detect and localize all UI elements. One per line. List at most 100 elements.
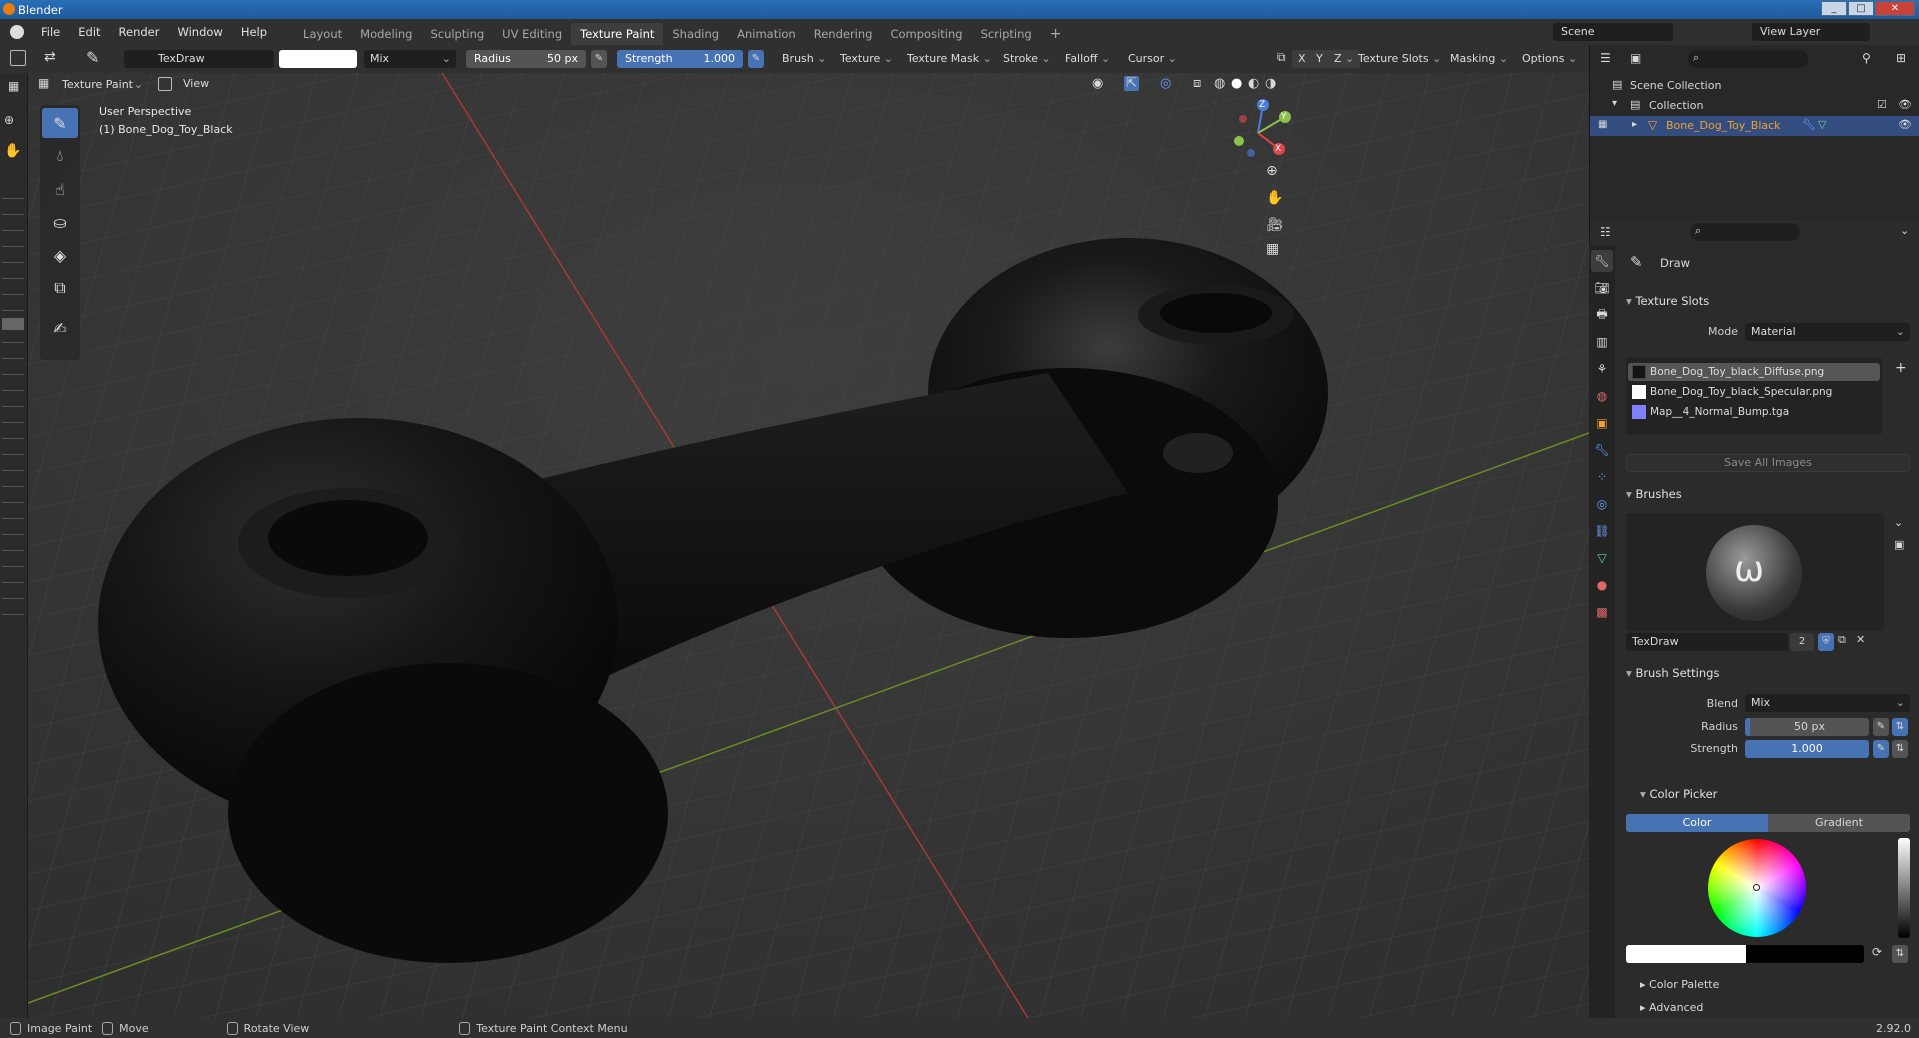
menu-window[interactable]: Window [168,25,231,39]
xray-toggle-icon[interactable]: ⧈ [1193,76,1201,91]
mask-tool-icon[interactable]: ⧉ [42,273,78,303]
swap-colors-icon[interactable]: ⟳ [1872,945,1882,959]
tab-uv-editing[interactable]: UV Editing [493,23,571,45]
ortho-toggle-icon[interactable]: ▦ [1266,241,1279,257]
rendered-shading-icon[interactable]: ◑ [1265,76,1276,91]
secondary-color-swatch[interactable] [1746,945,1864,963]
outliner-row-selected[interactable]: ▦ ▸ ▽ Bone_Dog_Toy_Black 🔧︎ ▽ 👁︎ [1590,116,1919,136]
texture-slot-item[interactable]: Map__4_Normal_Bump.tga [1628,403,1880,421]
display-mode-icon[interactable]: ▣ [1630,51,1641,65]
radius-pressure-icon[interactable]: ✎ [1873,718,1889,736]
strength-pressure-icon[interactable]: ✎ [1873,740,1889,758]
add-workspace-icon[interactable]: + [1041,22,1071,46]
color-wheel[interactable] [1708,839,1806,937]
smear-tool-icon[interactable]: ☝ [42,174,78,204]
render-tab-icon[interactable]: 📷︎ [1591,277,1613,299]
collection-checkbox[interactable]: ☑ [1877,98,1887,111]
radius-field[interactable]: 50 px [1745,718,1869,736]
collection-label[interactable]: Collection [1649,99,1703,112]
properties-search-input[interactable] [1690,223,1800,241]
brush-preview-area[interactable]: ω [1626,513,1884,631]
3d-viewport[interactable]: ▦ Texture Paint View ◉ ⇱ ◎ ⧈ ◍ ● ◐ ◑ Use… [28,73,1589,1018]
radius-slider[interactable]: Radius 50 px [466,50,586,68]
paint-mode-icon[interactable]: ▦ [8,79,19,93]
gizmo-toggle-icon[interactable]: ⇱ [1124,76,1139,91]
save-all-images-button[interactable]: Save All Images [1626,454,1910,472]
color-palette-header[interactable]: ▸ Color Palette [1640,978,1719,991]
tab-texture-paint[interactable]: Texture Paint [571,22,664,45]
minimize-button[interactable]: _ [1821,1,1847,16]
brushes-header[interactable]: Brushes [1626,484,1681,504]
data-tab-icon[interactable]: ▽ [1591,547,1613,569]
value-slider[interactable] [1898,838,1910,938]
object-tab-icon[interactable]: ▣ [1591,412,1613,434]
tab-modeling[interactable]: Modeling [351,23,421,45]
material-shading-icon[interactable]: ◐ [1248,76,1259,91]
tab-shading[interactable]: Shading [663,23,728,45]
object-expand-icon[interactable]: ▸ [1632,119,1637,130]
tool-tab-icon[interactable]: 🔧︎ [1591,250,1613,272]
color-picker-header[interactable]: Color Picker [1640,784,1717,804]
zoom-view-icon[interactable]: ⊕ [1266,163,1278,179]
modifier-tab-icon[interactable]: 🔧︎ [1591,439,1613,461]
blend-dropdown[interactable]: Mix [1745,694,1910,712]
strength-unit-icon[interactable]: ⇅ [1892,740,1908,758]
hand-icon[interactable]: ✋ [4,143,21,159]
object-visibility-icon[interactable]: 👁︎ [1898,118,1912,131]
radius-unit-icon[interactable]: ⇅ [1892,718,1908,736]
blend-mode-dropdown[interactable]: Mix [364,50,456,68]
brush-color-swatch[interactable] [279,50,357,68]
brush-name-field[interactable]: TexDraw [124,50,274,68]
options-menu[interactable]: Options [1516,50,1583,68]
texture-mask-menu[interactable]: Texture Mask [901,50,998,68]
zoom-icon[interactable]: ⊕ [4,113,14,127]
falloff-menu[interactable]: Falloff [1059,50,1116,68]
object-name-label[interactable]: Bone_Dog_Toy_Black [1666,119,1781,132]
overlay-toggle-icon[interactable]: ◎ [1160,76,1171,91]
mode-dropdown[interactable]: Texture Paint [56,76,148,94]
texture-mode-dropdown[interactable]: Material [1745,323,1910,341]
texture-slot-item[interactable]: Bone_Dog_Toy_black_Diffuse.png [1628,363,1880,381]
filter-icon[interactable]: ⚲ [1862,51,1871,65]
texture-tab-icon[interactable]: ▩ [1591,601,1613,623]
unlink-brush-icon[interactable]: ✕ [1856,633,1865,646]
tab-layout[interactable]: Layout [294,23,351,45]
view-menu[interactable]: View [183,77,209,90]
brush-menu[interactable]: Brush [776,50,832,68]
navigation-gizmo[interactable] [1213,93,1303,173]
camera-view-icon[interactable]: 🎥︎ [1266,217,1284,233]
solid-shading-icon[interactable]: ● [1231,76,1242,91]
cursor-menu[interactable]: Cursor [1122,50,1183,68]
color-pressure-icon[interactable]: ⇅ [1892,945,1908,963]
scene-collection-label[interactable]: Scene Collection [1630,79,1721,92]
soften-tool-icon[interactable]: 💧︎ [42,141,78,171]
draw-tool-icon[interactable]: ✎ [42,108,78,138]
strength-pressure-icon[interactable]: ✎ [748,50,764,68]
world-tab-icon[interactable]: ◍ [1591,385,1613,407]
menu-help[interactable]: Help [232,25,276,39]
collection-expand-icon[interactable]: ▾ [1612,98,1617,109]
object-mode-icon[interactable]: ▦ [38,76,49,90]
tab-animation[interactable]: Animation [728,23,805,45]
outliner-search-input[interactable] [1688,50,1808,68]
output-tab-icon[interactable]: 🖶 [1591,304,1613,326]
brush-users-count[interactable]: 2 [1790,633,1814,651]
outliner-editor-icon[interactable]: ☰ [1600,51,1611,65]
scene-selector[interactable]: Scene [1553,23,1673,41]
add-slot-icon[interactable]: + [1895,360,1907,376]
tab-rendering[interactable]: Rendering [805,23,882,45]
tab-compositing[interactable]: Compositing [881,23,971,45]
visibility-icon[interactable]: ◉ [1092,76,1103,91]
clone-tool-icon[interactable]: ⛀ [42,207,78,237]
strength-slider[interactable]: Strength 1.000 [617,50,743,68]
view-layer-selector[interactable]: View Layer [1752,23,1870,41]
brush-image-icon[interactable]: ▣ [1894,538,1904,551]
menu-file[interactable]: File [32,25,69,39]
properties-editor-icon[interactable]: ☷ [1600,225,1611,239]
gradient-tab[interactable]: Gradient [1768,814,1910,832]
new-collection-icon[interactable]: ⊞ [1896,51,1906,65]
pan-view-icon[interactable]: ✋ [1266,190,1283,206]
strength-field[interactable]: 1.000 [1745,740,1869,758]
menu-edit[interactable]: Edit [69,25,109,39]
blender-menu-icon[interactable] [10,25,24,39]
